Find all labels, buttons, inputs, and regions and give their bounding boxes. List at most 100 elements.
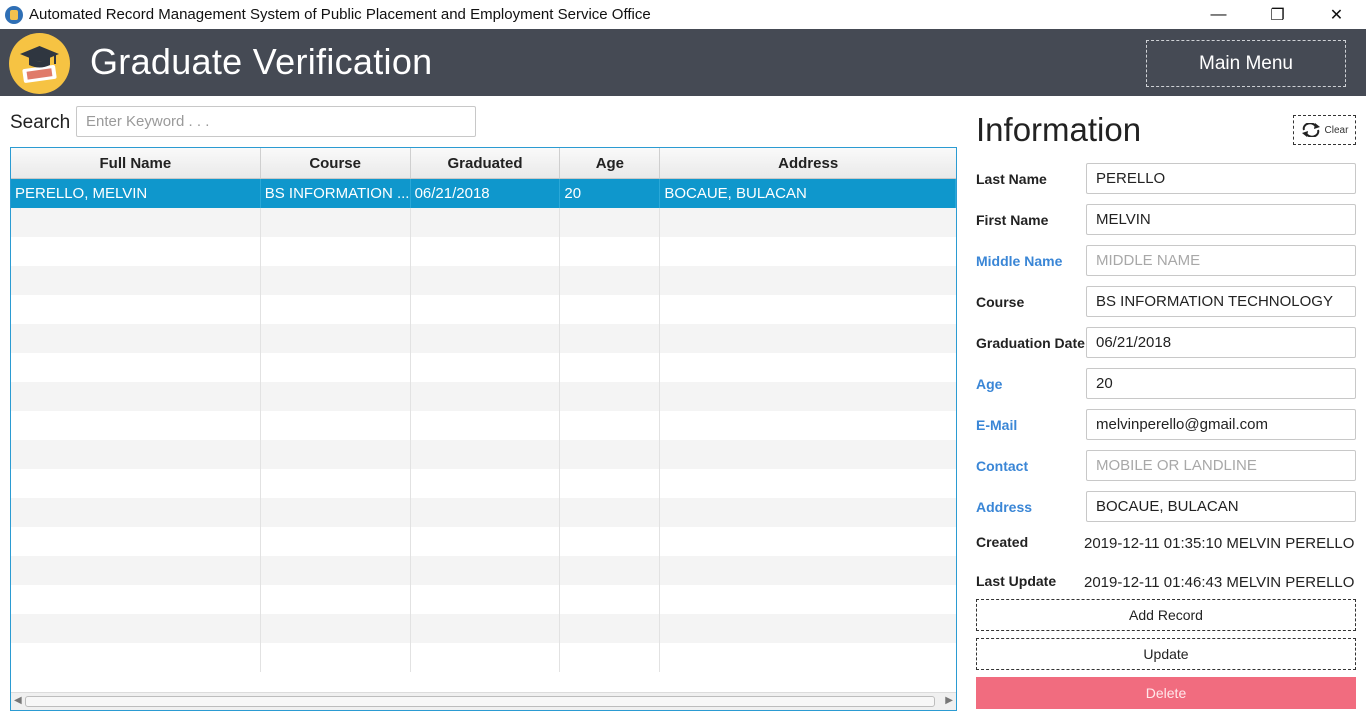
last-update-label: Last Update (976, 573, 1057, 589)
refresh-icon (1301, 123, 1320, 137)
empty-cell (660, 585, 956, 614)
column-header-full-name[interactable]: Full Name (11, 148, 261, 178)
empty-table-row (11, 208, 956, 237)
cell-full-name: PERELLO, MELVIN (11, 179, 261, 208)
empty-cell (660, 498, 956, 527)
horizontal-scrollbar[interactable]: ◀ ▶ (11, 692, 956, 710)
empty-cell (560, 585, 661, 614)
empty-cell (11, 527, 261, 556)
empty-cell (11, 440, 261, 469)
update-button[interactable]: Update (976, 638, 1356, 670)
email-label: E-Mail (976, 417, 1018, 433)
column-header-graduated[interactable]: Graduated (411, 148, 561, 178)
minimize-button[interactable]: — (1189, 0, 1248, 29)
maximize-button[interactable]: ❐ (1248, 0, 1307, 29)
empty-cell (261, 353, 411, 382)
empty-cell (11, 266, 261, 295)
empty-cell (261, 469, 411, 498)
empty-cell (660, 237, 956, 266)
clear-label: Clear (1324, 124, 1349, 136)
empty-cell (411, 382, 561, 411)
window-controls: — ❐ ✕ (1189, 0, 1366, 29)
empty-cell (560, 237, 661, 266)
empty-cell (261, 585, 411, 614)
empty-cell (560, 643, 661, 672)
address-field[interactable] (1086, 491, 1356, 522)
empty-cell (560, 266, 661, 295)
column-header-course[interactable]: Course (261, 148, 411, 178)
empty-cell (411, 498, 561, 527)
age-field[interactable] (1086, 368, 1356, 399)
email-field[interactable] (1086, 409, 1356, 440)
empty-cell (660, 208, 956, 237)
empty-cell (261, 643, 411, 672)
empty-cell (261, 208, 411, 237)
empty-table-row (11, 353, 956, 382)
first-name-label: First Name (976, 212, 1049, 228)
created-label: Created (976, 534, 1029, 550)
contact-field[interactable] (1086, 450, 1356, 481)
information-title: Information (976, 111, 1142, 148)
empty-cell (11, 556, 261, 585)
empty-cell (560, 295, 661, 324)
course-label: Course (976, 294, 1025, 310)
app-header: Graduate Verification Main Menu (0, 29, 1366, 96)
empty-table-row (11, 498, 956, 527)
main-menu-button[interactable]: Main Menu (1146, 40, 1346, 87)
empty-cell (560, 324, 661, 353)
empty-cell (261, 295, 411, 324)
cell-age: 20 (560, 179, 661, 208)
created-value: 2019-12-11 01:35:10 MELVIN PERELLO (1084, 535, 1355, 552)
cell-graduated: 06/21/2018 (411, 179, 561, 208)
empty-cell (11, 324, 261, 353)
scrollbar-thumb[interactable] (25, 696, 935, 707)
empty-cell (660, 266, 956, 295)
middle-name-field[interactable] (1086, 245, 1356, 276)
delete-button[interactable]: Delete (976, 677, 1356, 709)
clear-button[interactable]: Clear (1293, 115, 1356, 145)
empty-table-row (11, 324, 956, 353)
age-label: Age (976, 376, 1003, 392)
empty-cell (560, 440, 661, 469)
column-header-age[interactable]: Age (560, 148, 661, 178)
app-icon (5, 5, 23, 24)
cell-course: BS INFORMATION ... (261, 179, 411, 208)
scroll-left-icon[interactable]: ◀ (14, 695, 22, 706)
last-name-field[interactable] (1086, 163, 1356, 194)
empty-cell (261, 614, 411, 643)
empty-cell (411, 440, 561, 469)
close-button[interactable]: ✕ (1307, 0, 1366, 29)
course-field[interactable] (1086, 286, 1356, 317)
empty-cell (411, 556, 561, 585)
graduation-cap-logo-icon (9, 33, 70, 94)
empty-cell (11, 643, 261, 672)
empty-cell (660, 556, 956, 585)
graduation-date-field[interactable] (1086, 327, 1356, 358)
empty-table-row (11, 614, 956, 643)
table-row[interactable]: PERELLO, MELVIN BS INFORMATION ... 06/21… (11, 179, 956, 208)
empty-cell (261, 527, 411, 556)
empty-cell (660, 295, 956, 324)
window-title: Automated Record Management System of Pu… (29, 6, 651, 23)
contact-label: Contact (976, 458, 1029, 474)
empty-cell (411, 585, 561, 614)
search-input[interactable] (76, 106, 476, 137)
empty-cell (560, 527, 661, 556)
empty-cell (660, 614, 956, 643)
empty-cell (11, 295, 261, 324)
add-record-button[interactable]: Add Record (976, 599, 1356, 631)
empty-cell (411, 237, 561, 266)
table-header: Full Name Course Graduated Age Address (11, 148, 956, 179)
last-name-label: Last Name (976, 171, 1047, 187)
empty-cell (660, 469, 956, 498)
empty-cell (11, 353, 261, 382)
empty-cell (560, 208, 661, 237)
empty-cell (11, 237, 261, 266)
column-header-address[interactable]: Address (660, 148, 956, 178)
empty-cell (261, 382, 411, 411)
empty-table-row (11, 382, 956, 411)
empty-cell (411, 614, 561, 643)
first-name-field[interactable] (1086, 204, 1356, 235)
empty-cell (261, 556, 411, 585)
scroll-right-icon[interactable]: ▶ (945, 695, 953, 706)
